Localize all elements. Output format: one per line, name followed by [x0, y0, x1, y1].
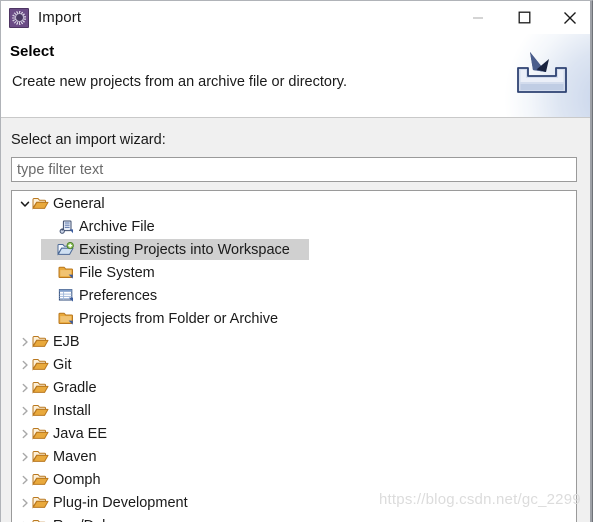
tree-item-label: Java EE — [53, 425, 107, 442]
tree-item-projects-from-folder-or-archive[interactable]: Projects from Folder or Archive — [12, 307, 576, 330]
tree-item-general[interactable]: General — [12, 192, 576, 215]
folder-open-icon — [31, 379, 49, 397]
tree-item-run-debug[interactable]: Run/Debug — [12, 514, 576, 522]
chevron-right-icon[interactable] — [18, 422, 31, 445]
tree-item-plug-in-development[interactable]: Plug-in Development — [12, 491, 576, 514]
import-wizard-tree[interactable]: General Archive File Existing Projects i… — [11, 190, 577, 522]
tree-item-label: File System — [79, 264, 155, 281]
folder-icon — [57, 310, 75, 328]
tree-item-java-ee[interactable]: Java EE — [12, 422, 576, 445]
tree-item-label: Oomph — [53, 471, 101, 488]
tree-item-label: Install — [53, 402, 91, 419]
tree-item-label: General — [53, 195, 105, 212]
twisty-spacer — [44, 284, 57, 307]
tree-item-label: EJB — [53, 333, 80, 350]
folder-open-icon — [31, 471, 49, 489]
tree-item-gradle[interactable]: Gradle — [12, 376, 576, 399]
tree-item-label: Archive File — [79, 218, 155, 235]
banner-graphic — [495, 34, 592, 117]
tree-item-label: Preferences — [79, 287, 158, 304]
window-controls — [455, 1, 592, 34]
tree-item-label: Git — [53, 356, 72, 373]
page-title: Select — [10, 43, 55, 60]
folder-icon — [57, 264, 75, 282]
chevron-right-icon[interactable] — [18, 399, 31, 422]
tree-item-label: Gradle — [53, 379, 97, 396]
import-wizard-window: Import Select Create new projects from a… — [0, 0, 593, 522]
select-wizard-label: Select an import wizard: — [11, 132, 166, 148]
tree-item-maven[interactable]: Maven — [12, 445, 576, 468]
twisty-spacer — [44, 238, 57, 261]
project-import-icon — [57, 241, 75, 259]
twisty-spacer — [44, 215, 57, 238]
twisty-spacer — [44, 307, 57, 330]
tree-item-existing-projects-into-workspace[interactable]: Existing Projects into Workspace — [12, 238, 576, 261]
chevron-right-icon[interactable] — [18, 514, 31, 522]
window-right-edge — [590, 1, 592, 522]
title-bar: Import — [1, 1, 592, 34]
chevron-right-icon[interactable] — [18, 491, 31, 514]
chevron-right-icon[interactable] — [18, 330, 31, 353]
chevron-right-icon[interactable] — [18, 468, 31, 491]
folder-open-icon — [31, 494, 49, 512]
chevron-right-icon[interactable] — [18, 376, 31, 399]
preferences-icon — [57, 287, 75, 305]
page-description: Create new projects from an archive file… — [12, 74, 347, 90]
folder-open-icon — [31, 333, 49, 351]
tree-item-label: Projects from Folder or Archive — [79, 310, 279, 327]
folder-open-icon — [31, 356, 49, 374]
folder-open-icon — [31, 448, 49, 466]
chevron-down-icon[interactable] — [18, 192, 31, 215]
folder-open-icon — [31, 517, 49, 522]
tree-item-install[interactable]: Install — [12, 399, 576, 422]
wizard-content: Select an import wizard: General Archive… — [1, 118, 592, 522]
tree-item-ejb[interactable]: EJB — [12, 330, 576, 353]
maximize-icon[interactable] — [501, 1, 547, 34]
eclipse-gear-icon — [9, 7, 29, 28]
import-tray-arrow-icon — [517, 52, 567, 93]
folder-open-icon — [31, 425, 49, 443]
tree-item-label: Plug-in Development — [53, 494, 188, 511]
filter-input[interactable] — [11, 157, 577, 182]
tree-item-label: Run/Debug — [53, 518, 126, 522]
close-icon[interactable] — [547, 1, 592, 34]
tree-item-git[interactable]: Git — [12, 353, 576, 376]
folder-open-icon — [31, 195, 49, 213]
tree-item-preferences[interactable]: Preferences — [12, 284, 576, 307]
tree-item-archive-file[interactable]: Archive File — [12, 215, 576, 238]
folder-open-icon — [31, 402, 49, 420]
tree-item-label: Maven — [53, 448, 97, 465]
twisty-spacer — [44, 261, 57, 284]
wizard-header: Select Create new projects from an archi… — [1, 34, 592, 118]
tree-item-oomph[interactable]: Oomph — [12, 468, 576, 491]
window-title: Import — [38, 9, 82, 26]
minimize-icon[interactable] — [455, 1, 501, 34]
tree-item-file-system[interactable]: File System — [12, 261, 576, 284]
chevron-right-icon[interactable] — [18, 353, 31, 376]
archive-file-icon — [57, 218, 75, 236]
chevron-right-icon[interactable] — [18, 445, 31, 468]
tree-item-label: Existing Projects into Workspace — [79, 241, 290, 258]
